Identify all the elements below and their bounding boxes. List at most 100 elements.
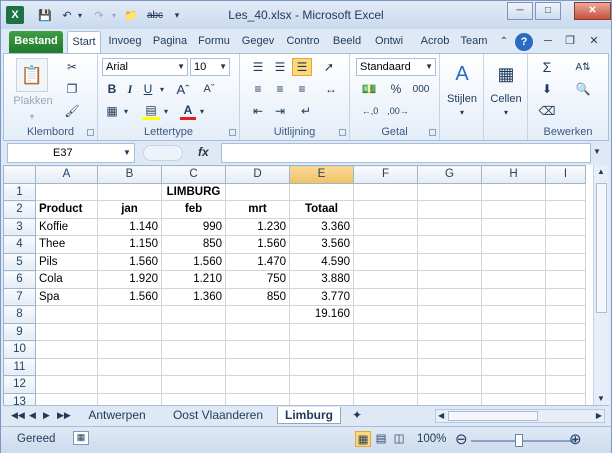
cell-g1[interactable]: [417, 182, 482, 201]
column-header-b[interactable]: B: [97, 165, 162, 184]
cell-d3[interactable]: 1.230: [225, 217, 290, 236]
cell-d8[interactable]: [225, 305, 290, 324]
cell-e3[interactable]: 3.360: [289, 217, 354, 236]
cell-b3[interactable]: 1.140: [97, 217, 162, 236]
cell-b12[interactable]: [97, 375, 162, 394]
cell-c6[interactable]: 1.210: [161, 270, 226, 289]
cell-grid[interactable]: A B C D E F G H I 1 LIMBURG 2 Product jan feb mrt Totaal…: [3, 165, 586, 405]
cell-h12[interactable]: [481, 375, 546, 394]
cell-g9[interactable]: [417, 322, 482, 341]
fill-icon[interactable]: ⬇: [536, 80, 558, 98]
normal-view-icon[interactable]: ▦: [355, 431, 371, 447]
cell-d11[interactable]: [225, 357, 290, 376]
row-header[interactable]: 8: [3, 305, 36, 324]
increase-decimal-icon[interactable]: ←,0: [358, 102, 382, 120]
cell-h1[interactable]: [481, 182, 546, 201]
cell-h4[interactable]: [481, 235, 546, 254]
cell-g3[interactable]: [417, 217, 482, 236]
row-header[interactable]: 12: [3, 375, 36, 394]
cell-e12[interactable]: [289, 375, 354, 394]
row-header[interactable]: 7: [3, 287, 36, 306]
collapse-ribbon-icon[interactable]: ⌃: [497, 31, 511, 53]
help-icon[interactable]: ?: [515, 33, 533, 51]
worksheet[interactable]: A B C D E F G H I 1 LIMBURG 2 Product jan feb mrt Totaal…: [3, 165, 609, 405]
zoom-slider-thumb[interactable]: [515, 434, 523, 447]
cell-h13[interactable]: [481, 392, 546, 405]
column-header-d[interactable]: D: [225, 165, 290, 184]
cell-c7[interactable]: 1.360: [161, 287, 226, 306]
row-header[interactable]: 6: [3, 270, 36, 289]
column-header-c[interactable]: C: [161, 165, 226, 184]
cell-b7[interactable]: 1.560: [97, 287, 162, 306]
cell-g12[interactable]: [417, 375, 482, 394]
cell-e6[interactable]: 3.880: [289, 270, 354, 289]
cell-i13[interactable]: [545, 392, 586, 405]
paste-dropdown-icon[interactable]: ▾: [28, 112, 36, 121]
cell-i12[interactable]: [545, 375, 586, 394]
cell-g7[interactable]: [417, 287, 482, 306]
fill-color-icon[interactable]: ▤: [142, 102, 160, 120]
cell-b11[interactable]: [97, 357, 162, 376]
underline-icon[interactable]: U: [140, 80, 156, 98]
font-color-dropdown-icon[interactable]: ▾: [198, 102, 206, 120]
grow-font-icon[interactable]: Aˆ: [172, 80, 194, 98]
thousands-separator-icon[interactable]: 000: [410, 80, 432, 98]
cell-d12[interactable]: [225, 375, 290, 394]
close-button[interactable]: ✕: [574, 2, 611, 20]
cell-f5[interactable]: [353, 252, 418, 271]
cell-i6[interactable]: [545, 270, 586, 289]
cell-a12[interactable]: [35, 375, 98, 394]
tab-pagina[interactable]: Pagina: [149, 31, 191, 53]
format-painter-icon[interactable]: 🖌: [62, 102, 82, 120]
cell-f7[interactable]: [353, 287, 418, 306]
row-header[interactable]: 9: [3, 322, 36, 341]
cell-a13[interactable]: [35, 392, 98, 405]
cell-a2[interactable]: Product: [35, 200, 98, 219]
font-name-combo[interactable]: Arial ▼: [102, 58, 188, 76]
column-header-i[interactable]: I: [545, 165, 586, 184]
spreadsheet-table[interactable]: A B C D E F G H I 1 LIMBURG 2 Product jan feb mrt Totaal…: [3, 165, 586, 405]
cell-f13[interactable]: [353, 392, 418, 405]
row-header[interactable]: 10: [3, 340, 36, 359]
cell-f9[interactable]: [353, 322, 418, 341]
macro-record-icon[interactable]: ▦: [73, 431, 89, 445]
cell-f8[interactable]: [353, 305, 418, 324]
column-header-g[interactable]: G: [417, 165, 482, 184]
select-all-corner[interactable]: [3, 165, 36, 184]
column-header-a[interactable]: A: [35, 165, 98, 184]
cell-b5[interactable]: 1.560: [97, 252, 162, 271]
align-left-icon[interactable]: ≡: [248, 80, 268, 98]
clear-icon[interactable]: ⌫: [536, 102, 558, 120]
column-header-h[interactable]: H: [481, 165, 546, 184]
cell-f4[interactable]: [353, 235, 418, 254]
minimize-button[interactable]: ─: [507, 2, 533, 20]
orientation-icon[interactable]: ➚: [318, 58, 340, 76]
cell-d13[interactable]: [225, 392, 290, 405]
cell-b4[interactable]: 1.150: [97, 235, 162, 254]
column-header-e[interactable]: E: [289, 165, 354, 184]
cell-b9[interactable]: [97, 322, 162, 341]
cell-b8[interactable]: [97, 305, 162, 324]
cell-f12[interactable]: [353, 375, 418, 394]
increase-indent-icon[interactable]: ⇥: [270, 102, 290, 120]
cell-e5[interactable]: 4.590: [289, 252, 354, 271]
percent-icon[interactable]: %: [388, 80, 404, 98]
find-select-icon[interactable]: 🔍: [570, 80, 596, 98]
cell-e11[interactable]: [289, 357, 354, 376]
cell-d10[interactable]: [225, 340, 290, 359]
formula-input[interactable]: [221, 143, 591, 163]
merge-center-icon[interactable]: ↔: [318, 80, 344, 98]
cell-h9[interactable]: [481, 322, 546, 341]
paste-button[interactable]: Plakken: [8, 94, 58, 108]
row-header[interactable]: 1: [3, 182, 36, 201]
styles-dropdown-icon[interactable]: ▾: [458, 108, 466, 117]
cell-c13[interactable]: [161, 392, 226, 405]
decrease-indent-icon[interactable]: ⇤: [248, 102, 268, 120]
tab-bestand[interactable]: Bestand: [9, 31, 63, 53]
cell-h11[interactable]: [481, 357, 546, 376]
borders-icon[interactable]: ▦: [104, 102, 120, 120]
cell-i5[interactable]: [545, 252, 586, 271]
row-header[interactable]: 3: [3, 217, 36, 236]
paste-icon[interactable]: 📋: [16, 58, 48, 92]
page-break-view-icon[interactable]: ◫: [391, 431, 407, 447]
